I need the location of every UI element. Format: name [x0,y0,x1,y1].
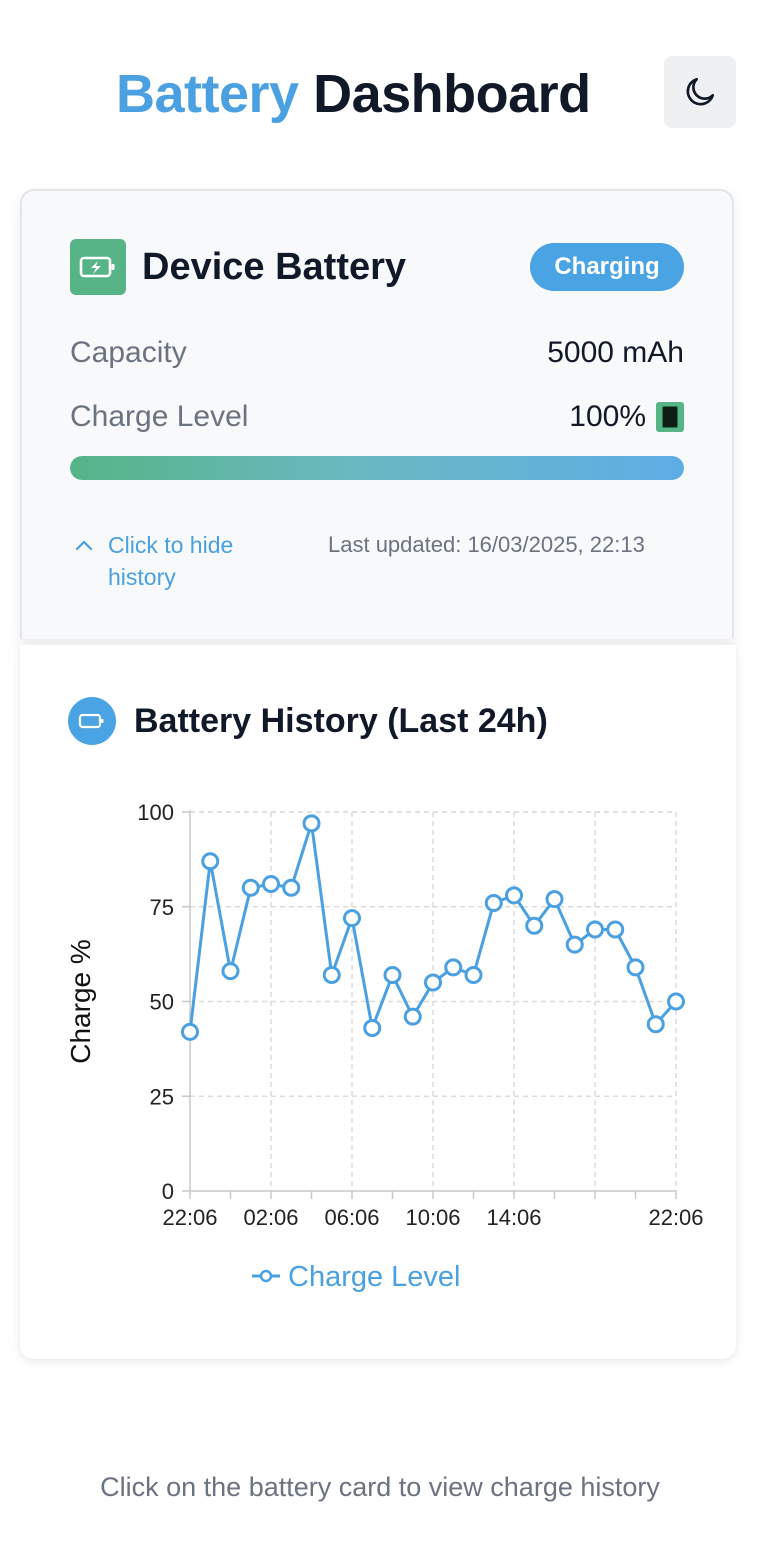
capacity-label: Capacity [70,336,187,369]
y-tick-label: 50 [150,990,174,1015]
x-tick-label: 02:06 [243,1205,298,1230]
last-updated-text: Last updated: 16/03/2025, 22:13 [328,532,645,557]
page-title: Battery Dashboard [116,56,591,132]
toggle-history-label: Click to hide history [108,532,234,590]
x-tick-label: 14:06 [486,1205,541,1230]
charge-level-value: 100% [569,397,684,437]
legend-label: Charge Level [288,1261,461,1293]
charge-progress-fill [70,456,684,480]
full-battery-icon [656,402,684,432]
data-point [525,916,544,935]
y-tick-label: 75 [150,895,174,920]
charge-progress-bar [70,456,684,480]
data-point [302,814,321,833]
data-point [667,992,685,1011]
x-tick-label: 22:06 [162,1205,217,1230]
data-point [565,935,584,954]
page-header: Battery Dashboard [0,56,760,136]
y-tick-label: 100 [137,800,174,825]
y-tick-label: 25 [150,1084,174,1109]
battery-history-card: Battery History (Last 24h) 0 25 50 75 100 22:… [20,645,736,1359]
data-point [626,958,645,977]
data-point [545,890,564,909]
data-point [383,965,402,984]
moon-icon [686,77,715,106]
data-point [505,886,523,905]
data-point [322,965,341,984]
status-badge: Charging [530,243,684,291]
capacity-row: Capacity 5000 mAh [70,333,684,373]
data-point [586,920,604,939]
capacity-value: 5000 mAh [547,333,684,373]
charge-level-percent: 100% [569,400,646,433]
data-point [221,962,240,981]
y-tick-label: 0 [162,1179,174,1204]
page-title-rest: Dashboard [313,64,591,124]
data-point [464,965,483,984]
x-tick-label: 22:06 [648,1205,703,1230]
data-point [262,875,280,894]
page-title-accent: Battery [116,64,299,124]
capacity-value-text: 5000 mAh [547,336,684,369]
theme-toggle-button[interactable] [664,56,736,128]
y-axis-label: Charge % [65,939,96,1064]
footer-hint: Click on the battery card to view charge… [100,1472,660,1502]
battery-history-chart: 0 25 50 75 100 22:06 02:06 06:06 10:06 14:06 22:06… [65,800,704,1293]
data-point [424,973,442,992]
charge-level-label: Charge Level [70,400,249,433]
data-point [282,878,301,897]
battery-card[interactable]: Device Battery Charging Capacity 5000 mA… [20,189,734,639]
legend-swatch-point [259,1269,273,1283]
data-point [444,958,463,977]
data-point [606,920,625,939]
data-point [201,852,220,871]
battery-card-title: Device Battery [142,246,407,288]
data-point [403,1007,422,1026]
battery-charging-icon [70,239,126,295]
data-point [343,909,361,928]
data-point [241,878,260,897]
data-point [646,1015,665,1034]
data-point [181,1022,199,1041]
chevron-up-icon [74,529,94,561]
x-tick-label: 06:06 [324,1205,379,1230]
data-point [363,1019,382,1038]
toggle-history-link[interactable]: Click to hide history [74,529,274,593]
battery-card-header: Device Battery Charging [70,239,684,299]
data-point [484,893,503,912]
charge-level-row: Charge Level 100% [70,397,684,437]
x-tick-label: 10:06 [405,1205,460,1230]
